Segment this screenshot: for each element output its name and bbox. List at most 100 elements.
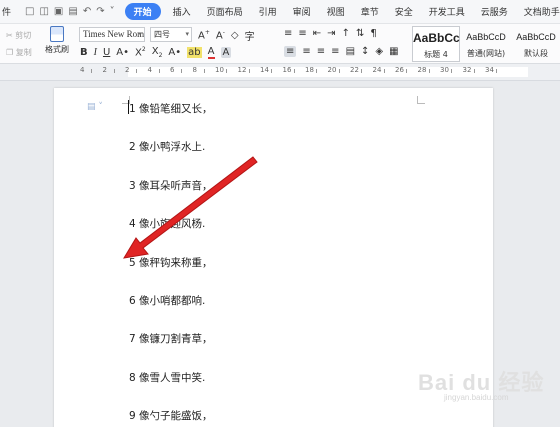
cut-label: 剪切 — [15, 31, 32, 40]
document-line[interactable]: 1 像铅笔细又长， — [129, 101, 213, 116]
style-name: 默认段 — [524, 49, 548, 58]
print-preview-icon[interactable]: ▣ — [54, 6, 63, 17]
line-spacing-icon[interactable]: ↕ — [361, 46, 369, 57]
distributed-icon[interactable]: ▤ — [346, 46, 355, 57]
shading-icon[interactable]: ◈ — [375, 46, 383, 57]
bold-icon[interactable]: B — [80, 47, 88, 58]
redo-icon[interactable]: ↷ — [96, 6, 104, 17]
tab-developer[interactable]: 开发工具 — [421, 5, 473, 18]
font-size-select[interactable]: 四号 ▾ — [150, 27, 192, 42]
sort-icon[interactable]: ⇅ — [356, 28, 364, 39]
export-icon[interactable]: ▤ — [68, 6, 77, 17]
align-right-icon[interactable]: ≡ — [317, 46, 325, 57]
ruler-label: 12 — [237, 66, 247, 74]
format-painter-button[interactable]: 格式刷 — [42, 26, 72, 55]
highlight-icon[interactable]: ab — [187, 47, 202, 58]
document-line[interactable]: 5 像秤钩来称重， — [129, 255, 213, 270]
document-line[interactable]: 4 像小旗迎风杨. — [129, 216, 205, 231]
justify-icon[interactable]: ≡ — [331, 46, 339, 57]
strikethrough-icon[interactable]: A• — [116, 47, 129, 58]
show-marks-icon[interactable]: ¶ — [370, 28, 376, 39]
document-line[interactable]: 3 像耳朵听声音， — [129, 178, 213, 193]
borders-icon[interactable]: ▦ — [389, 46, 398, 57]
save-icon[interactable]: □ — [25, 6, 34, 17]
customize-chevron-icon[interactable]: ˅ — [110, 6, 115, 17]
align-center-icon[interactable]: ≡ — [302, 46, 310, 57]
decrease-indent-icon[interactable]: ⇤ — [313, 28, 321, 39]
file-menu[interactable]: 件 — [0, 5, 15, 18]
ruler-label: 22 — [350, 66, 359, 74]
menu-bar: 件 □ ◫ ▣ ▤ ↶ ↷ ˅ 开始 插入 页面布局 引用 审阅 视图 章节 安… — [0, 0, 560, 24]
ruler-tick — [496, 69, 497, 73]
align-left-icon[interactable]: ≡ — [284, 46, 297, 57]
numbered-list-icon[interactable]: ≡ — [298, 28, 306, 39]
tab-review[interactable]: 审阅 — [285, 5, 319, 18]
chevron-down-icon: ▾ — [185, 30, 189, 38]
ruler-tick — [203, 69, 205, 73]
ruler-label: 32 — [462, 66, 472, 74]
copy-button[interactable]: ❐ 复制 — [6, 44, 32, 61]
ruler-label: 2 — [102, 66, 107, 74]
ruler-label: 30 — [440, 66, 449, 74]
document-canvas[interactable]: ▤ ˅ 1 像铅笔细又长， 2 像小鸭浮水上. 3 像耳朵听声音， 4 像小旗迎风杨.… — [0, 81, 560, 427]
tab-doc-assistant[interactable]: 文档助手 — [516, 5, 560, 18]
font-name-select[interactable]: Times New Roma ▾ — [79, 27, 145, 42]
ruler-tick — [473, 69, 475, 73]
watermark-url: jingyan.baidu.com — [444, 393, 509, 402]
style-name: 普通(网站) — [466, 49, 506, 58]
ruler-tick — [406, 69, 407, 73]
style-gallery: AaBbCc 标题 4 AaBbCcD 普通(网站) AaBbCcD 默认段 — [412, 26, 560, 62]
text-effect-icon[interactable]: A• — [168, 47, 181, 58]
chinese-layout-icon[interactable]: ↑ — [342, 28, 350, 39]
style-heading4[interactable]: AaBbCc 标题 4 — [412, 26, 460, 62]
tab-insert[interactable]: 插入 — [165, 5, 199, 18]
tab-home[interactable]: 开始 — [124, 3, 161, 20]
tab-cloud[interactable]: 云服务 — [473, 5, 516, 18]
paragraph-handle-icon[interactable]: ▤ ˅ — [87, 102, 103, 112]
clear-format-icon[interactable]: ◇ — [231, 30, 239, 41]
ribbon-toolbar: ✂ 剪切 ❐ 复制 格式刷 Times New Roma ▾ 四号 ▾ A+ A… — [0, 24, 560, 64]
ruler-tick — [383, 69, 385, 73]
style-normal-web[interactable]: AaBbCcD 普通(网站) — [462, 26, 510, 62]
ruler-label: 8 — [192, 66, 197, 74]
style-name: 标题 4 — [424, 50, 448, 59]
grow-font-icon[interactable]: A+ — [198, 29, 210, 41]
increase-indent-icon[interactable]: ⇥ — [327, 28, 335, 39]
font-color-icon[interactable]: A — [207, 46, 215, 59]
horizontal-ruler[interactable]: 4 2 2 4 6 8 10 12 14 16 18 20 22 24 26 28 30 32 34 — [0, 64, 560, 81]
cut-button[interactable]: ✂ 剪切 — [6, 27, 32, 44]
ruler-tick — [451, 69, 452, 73]
document-line[interactable]: 6 像小哨都都响. — [129, 293, 205, 308]
shrink-font-icon[interactable]: A- — [216, 29, 225, 41]
char-shading-icon[interactable]: A — [220, 47, 232, 58]
font-size-value: 四号 — [154, 30, 170, 39]
print-icon[interactable]: ◫ — [39, 6, 48, 17]
ruler-label: 2 — [125, 66, 130, 74]
ruler-label: 26 — [395, 66, 404, 74]
tab-references[interactable]: 引用 — [251, 5, 285, 18]
ruler-label: 20 — [327, 66, 337, 74]
copy-label: 复制 — [15, 48, 32, 57]
ruler-tick — [361, 69, 362, 73]
undo-icon[interactable]: ↶ — [83, 6, 91, 17]
ruler-label: 4 — [80, 66, 85, 74]
ruler-label: 18 — [305, 66, 314, 74]
document-line[interactable]: 9 像勺子能盛饭， — [129, 408, 213, 423]
tab-section[interactable]: 章节 — [353, 5, 387, 18]
ruler-label: 28 — [417, 66, 427, 74]
document-line[interactable]: 8 像雪人雪中笑. — [129, 370, 205, 385]
underline-icon[interactable]: U — [103, 47, 110, 58]
phonetic-icon[interactable]: 字 — [245, 28, 255, 43]
style-default-para[interactable]: AaBbCcD 默认段 — [512, 26, 560, 62]
subscript-icon[interactable]: X2 — [152, 46, 163, 59]
bullet-list-icon[interactable]: ≡ — [284, 28, 292, 39]
tab-view[interactable]: 视图 — [319, 5, 353, 18]
document-line[interactable]: 7 像镰刀割青草， — [129, 331, 213, 346]
alignment-tools: ≡ ≡ ≡ ≡ ▤ ↕ ◈ ▦ — [284, 46, 399, 57]
italic-icon[interactable]: I — [94, 47, 97, 58]
tab-security[interactable]: 安全 — [387, 5, 421, 18]
document-line[interactable]: 2 像小鸭浮水上. — [129, 139, 205, 154]
ruler-label: 16 — [282, 66, 292, 74]
superscript-icon[interactable]: X2 — [135, 46, 146, 58]
tab-page-layout[interactable]: 页面布局 — [199, 5, 251, 18]
